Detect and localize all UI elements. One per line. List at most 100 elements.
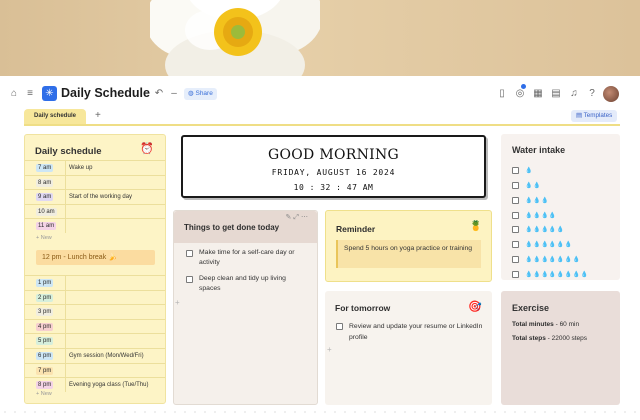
- water-checkbox[interactable]: [512, 211, 519, 219]
- row-divider: [65, 219, 66, 233]
- water-row: 💧💧💧💧: [512, 206, 557, 219]
- cover-image: [0, 0, 640, 76]
- schedule-row[interactable]: 3 pm: [25, 304, 165, 319]
- new-label-2: New: [40, 391, 52, 397]
- page-title: Daily Schedule: [61, 86, 150, 100]
- water-checkbox[interactable]: [512, 270, 519, 278]
- row-divider: [65, 190, 66, 204]
- water-checkbox[interactable]: [512, 241, 519, 249]
- minutes-label: Total minutes: [512, 321, 554, 328]
- water-checkbox[interactable]: [512, 167, 519, 175]
- schedule-row[interactable]: 2 pm: [25, 289, 165, 305]
- calendar-icon[interactable]: ▦: [532, 88, 544, 100]
- minutes-value: 60 min: [559, 321, 580, 328]
- schedule-row[interactable]: 10 am: [25, 203, 165, 219]
- schedule-row[interactable]: 4 pm: [25, 318, 165, 334]
- todo-checkbox[interactable]: [186, 250, 193, 257]
- exercise-panel: Exercise Total minutes - 60 min Total st…: [501, 291, 620, 405]
- schedule-row[interactable]: 11 am: [25, 218, 165, 233]
- schedule-row[interactable]: 8 pm Evening yoga class (Tue/Thu): [25, 377, 165, 392]
- time-badge: 8 pm: [36, 381, 54, 390]
- row-divider: [65, 175, 66, 190]
- more-options-icon[interactable]: ⋯: [301, 214, 310, 221]
- lunch-label: 12 pm - Lunch break: [42, 254, 107, 261]
- schedule-row[interactable]: 6 pm Gym session (Mon/Wed/Fri): [25, 348, 165, 363]
- top-bar: ⌂ ≡ ✳ Daily Schedule ↶ – ◍ Share ▯ ◎ ▦ ▤…: [0, 80, 640, 108]
- schedule-row[interactable]: 8 am: [25, 174, 165, 190]
- water-title: Water intake: [512, 145, 566, 155]
- menu-icon[interactable]: ≡: [24, 88, 36, 100]
- share-button[interactable]: ◍ Share: [184, 88, 217, 100]
- row-divider: [65, 363, 66, 378]
- todo-panel: Things to get done today ✎⤢⋯ Make time f…: [173, 210, 318, 405]
- schedule-task: Wake up: [69, 165, 93, 171]
- time-badge: 10 am: [36, 207, 57, 216]
- time-badge: 7 am: [36, 164, 54, 172]
- water-drops-icon: 💧💧💧: [525, 197, 549, 204]
- poppy-flower-image: [150, 0, 320, 76]
- water-drops-icon: 💧💧💧💧💧💧💧💧: [525, 271, 589, 278]
- home-icon[interactable]: ⌂: [8, 88, 20, 100]
- schedule-row[interactable]: 1 pm: [25, 275, 165, 290]
- lunch-break-callout: 12 pm - Lunch break 🍌: [36, 250, 155, 265]
- todo-checkbox[interactable]: [186, 276, 193, 283]
- schedule-title: Daily schedule: [35, 146, 102, 157]
- new-row-button[interactable]: + New: [36, 235, 52, 241]
- alarm-clock-icon: ⏰: [140, 143, 154, 155]
- comments-icon[interactable]: ◎: [514, 88, 526, 100]
- total-steps: Total steps - 22000 steps: [512, 335, 588, 342]
- add-block-icon-2[interactable]: +: [327, 345, 332, 354]
- bell-icon[interactable]: ♫: [568, 88, 580, 100]
- tab-divider: [24, 124, 620, 126]
- reminder-text: Spend 5 hours on yoga practice or traini…: [336, 240, 481, 268]
- water-intake-panel: Water intake 💧 💧💧 💧💧💧 💧💧💧💧 💧💧💧💧💧 💧💧💧💧💧💧 💧💧💧💧💧💧…: [501, 134, 620, 280]
- time-badge: 1 pm: [36, 279, 54, 287]
- tomorrow-title: For tomorrow: [335, 303, 391, 313]
- schedule-row[interactable]: 7 am Wake up: [25, 160, 165, 175]
- water-checkbox[interactable]: [512, 196, 519, 204]
- reminder-panel: Reminder 🍍 Spend 5 hours on yoga practic…: [325, 210, 492, 282]
- row-divider: [65, 204, 66, 219]
- add-block-icon[interactable]: +: [175, 298, 180, 307]
- water-drops-icon: 💧💧💧💧💧💧💧: [525, 257, 581, 264]
- new-row-button-2[interactable]: + New: [36, 391, 52, 397]
- water-drops-icon: 💧💧💧💧: [525, 212, 557, 219]
- water-checkbox[interactable]: [512, 182, 519, 190]
- schedule-task: Start of the working day: [69, 194, 133, 201]
- row-divider: [65, 319, 66, 334]
- greeting-text: GOOD MORNING: [268, 147, 399, 163]
- water-row: 💧💧💧💧💧💧💧: [512, 251, 581, 264]
- water-row: 💧💧💧💧💧💧: [512, 236, 573, 249]
- water-checkbox[interactable]: [512, 256, 519, 264]
- todo-header: Things to get done today ✎⤢⋯: [174, 211, 317, 243]
- tomorrow-checkbox[interactable]: [336, 323, 343, 330]
- schedule-row[interactable]: 9 am Start of the working day: [25, 189, 165, 204]
- undo-icon[interactable]: ↶: [153, 88, 165, 100]
- water-row: 💧: [512, 162, 533, 175]
- grid-icon[interactable]: ▤: [550, 88, 562, 100]
- help-icon[interactable]: ?: [586, 88, 598, 100]
- tab-daily-schedule[interactable]: Daily schedule: [24, 109, 86, 124]
- schedule-panel: Daily schedule ⏰ 7 am Wake up 8 am 9 am Star…: [24, 134, 166, 404]
- steps-label: Total steps: [512, 335, 546, 342]
- row-divider: [65, 161, 66, 175]
- tomorrow-panel: For tomorrow 🎯 Review and update your re…: [325, 291, 492, 405]
- time-badge: 5 pm: [36, 337, 54, 346]
- water-checkbox[interactable]: [512, 226, 519, 234]
- time-badge: 4 pm: [36, 322, 54, 331]
- templates-button[interactable]: ▤ Templates: [571, 110, 618, 122]
- schedule-row[interactable]: 5 pm: [25, 333, 165, 348]
- avatar[interactable]: [603, 86, 619, 102]
- time-badge: 2 pm: [36, 293, 54, 302]
- row-divider: [65, 305, 66, 319]
- add-tab-icon[interactable]: +: [95, 110, 101, 121]
- target-icon: 🎯: [468, 301, 482, 313]
- date-text: FRIDAY, AUGUST 16 2024: [271, 168, 396, 177]
- schedule-row[interactable]: 7 pm: [25, 362, 165, 378]
- time-badge: 11 am: [36, 222, 57, 231]
- pineapple-icon: 🍍: [469, 221, 482, 232]
- more-icon[interactable]: –: [168, 88, 180, 100]
- card-tools: ✎⤢⋯: [286, 213, 310, 222]
- expand-icon[interactable]: ⤢: [293, 214, 301, 221]
- document-icon[interactable]: ▯: [496, 88, 508, 100]
